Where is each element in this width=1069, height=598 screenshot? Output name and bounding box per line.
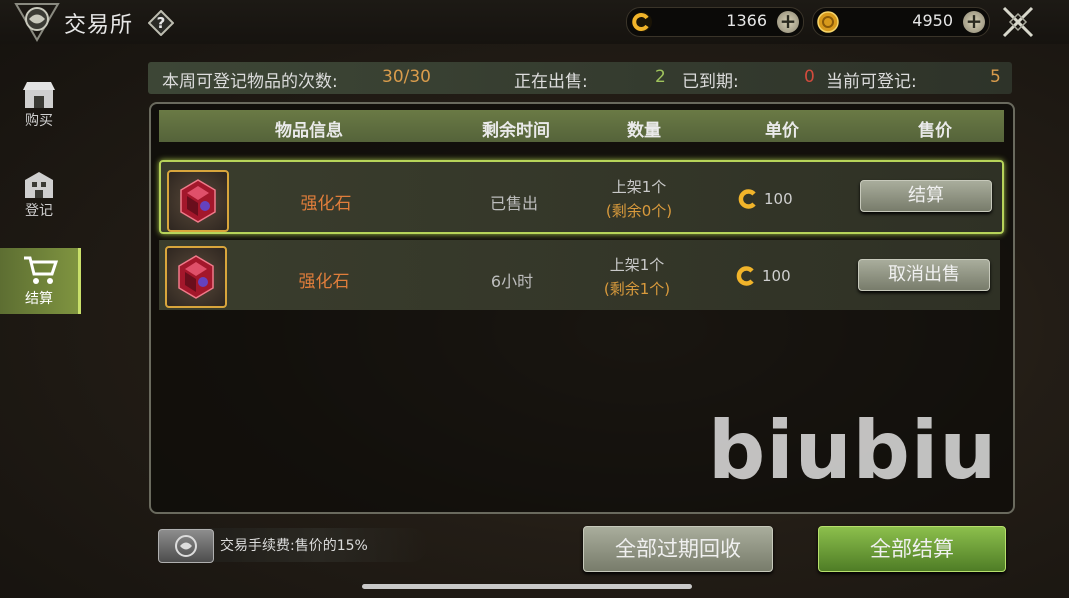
selling-label: 正在出售: (514, 72, 588, 92)
item-name: 强化石 (298, 272, 350, 292)
coin-icon (631, 11, 653, 33)
cart-icon (24, 256, 58, 284)
expired-label: 已到期: (682, 72, 739, 92)
add-gold-button[interactable]: + (963, 11, 985, 33)
page-title: 交易所 (64, 13, 134, 38)
column-header-unit-price: 单价 (765, 121, 799, 141)
settle-all-button[interactable]: 全部结算 (818, 526, 1006, 572)
remaining-quantity: (剩余1个) (603, 280, 671, 298)
remaining-time: 已售出 (489, 194, 539, 213)
weekly-count-label: 本周可登记物品的次数: (162, 72, 338, 92)
help-button[interactable]: ? (147, 9, 175, 37)
coin-icon (737, 188, 759, 214)
sidebar-item-settle[interactable]: 结算 (0, 248, 81, 314)
exchange-emblem-icon (14, 2, 60, 42)
available-label: 当前可登记: (826, 72, 917, 92)
column-header-sale-price: 售价 (918, 121, 952, 141)
item-slot[interactable] (167, 170, 229, 232)
building-icon (25, 172, 53, 198)
quantity-cell: 上架1个 (剩余1个) (604, 254, 670, 299)
fee-badge-icon (158, 529, 214, 563)
gold-amount: 4950 (912, 11, 953, 30)
column-header-time: 剩余时间 (482, 121, 550, 141)
add-coin-button[interactable]: + (777, 11, 799, 33)
column-header-quantity: 数量 (627, 121, 661, 141)
enhancement-stone-icon (178, 255, 214, 299)
sidebar-item-label: 结算 (25, 291, 53, 307)
fee-text: 交易手续费:售价的15% (220, 538, 368, 554)
fee-info: 交易手续费:售价的15% (156, 528, 428, 563)
sidebar-item-label: 登记 (25, 203, 53, 219)
stats-bar: 本周可登记物品的次数: 30/30 正在出售: 2 已到期: 0 当前可登记: … (148, 62, 1012, 94)
table-row[interactable]: 强化石 6小时 上架1个 (剩余1个) 100 取消出售 (159, 240, 1000, 310)
item-name: 强化石 (300, 194, 352, 214)
sidebar-item-register[interactable]: 登记 (0, 164, 78, 226)
shop-icon (23, 82, 55, 108)
item-slot[interactable] (165, 246, 227, 308)
unit-price: 100 (764, 190, 793, 208)
coin-icon (735, 265, 757, 291)
unit-price: 100 (762, 267, 791, 285)
listed-quantity: 上架1个 (609, 256, 665, 274)
gold-icon (817, 11, 839, 33)
watermark: biubiu (708, 404, 998, 497)
weekly-count-value: 30/30 (382, 67, 431, 87)
sidebar-item-buy[interactable]: 购买 (0, 74, 78, 136)
home-indicator[interactable] (362, 584, 692, 589)
available-value: 5 (990, 67, 1001, 87)
expired-value: 0 (804, 67, 815, 87)
remaining-quantity: (剩余0个) (605, 202, 673, 220)
quantity-cell: 上架1个 (剩余0个) (606, 176, 672, 221)
cancel-sale-button[interactable]: 取消出售 (858, 259, 990, 291)
gold-currency: 4950 + (812, 7, 990, 37)
reclaim-expired-button[interactable]: 全部过期回收 (583, 526, 773, 572)
sidebar-item-label: 购买 (25, 113, 53, 129)
coin-amount: 1366 (726, 11, 767, 30)
close-icon[interactable] (1000, 4, 1036, 40)
selling-value: 2 (655, 67, 666, 87)
coin-currency: 1366 + (626, 7, 804, 37)
column-header-item: 物品信息 (275, 121, 343, 141)
svg-text:?: ? (157, 14, 166, 32)
table-row[interactable]: 强化石 已售出 上架1个 (剩余0个) 100 结算 (159, 160, 1004, 234)
settle-button[interactable]: 结算 (860, 180, 992, 212)
enhancement-stone-icon (180, 179, 216, 223)
table-header: 物品信息 剩余时间 数量 单价 售价 (159, 110, 1004, 142)
listed-quantity: 上架1个 (611, 178, 667, 196)
remaining-time: 6小时 (490, 272, 534, 291)
